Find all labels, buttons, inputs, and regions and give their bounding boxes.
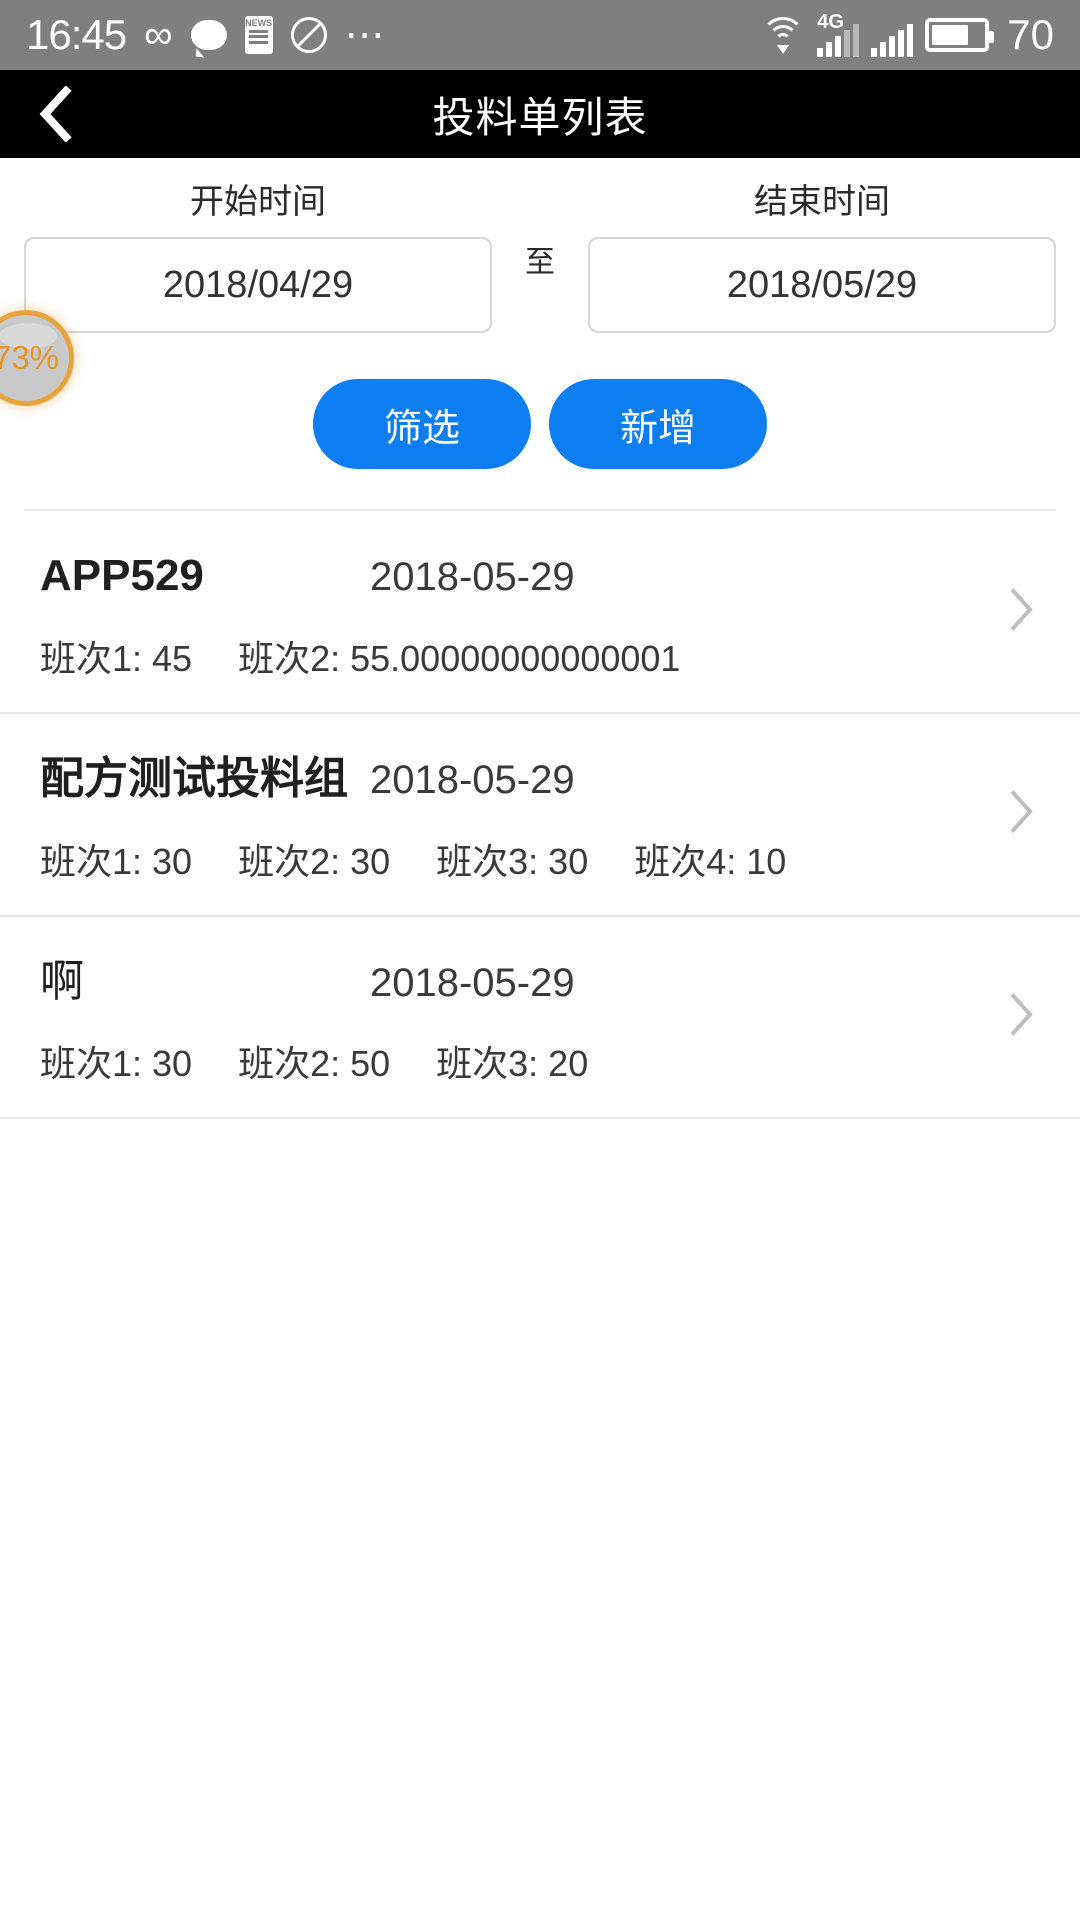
shift-value: 班次1: 30 — [40, 840, 193, 882]
shift-value: 班次1: 45 — [40, 637, 193, 679]
list-item-header: 配方测试投料组 2018-05-29 — [40, 754, 1056, 805]
end-date-input[interactable]: 2018/05/29 — [588, 237, 1056, 334]
shift-value: 班次2: 55.00000000000001 — [238, 637, 681, 679]
list-item-shifts: 班次1: 30 班次2: 50 班次3: 20 — [40, 1035, 1056, 1087]
shift-value: 班次2: 30 — [238, 840, 391, 882]
chevron-right-icon — [1008, 586, 1034, 637]
date-range-separator: 至 — [525, 246, 555, 280]
signal-icon: 4G — [817, 11, 860, 57]
list-item-title: APP529 — [40, 551, 204, 601]
date-range-row: 开始时间 2018/04/29 至 结束时间 2018/05/29 — [0, 183, 1080, 334]
shift-value: 班次1: 30 — [40, 1043, 193, 1085]
filter-button[interactable]: 筛选 — [313, 379, 531, 470]
list-item-date: 2018-05-29 — [370, 555, 575, 600]
infinity-icon: ∞ — [144, 13, 173, 57]
status-bar-clock: 16:45 — [26, 11, 127, 58]
network-type-label: 4G — [817, 11, 844, 33]
battery-percent-label: 70 — [1007, 11, 1054, 58]
status-bar-left: 16:45 ∞ NEWS ⋯ — [26, 14, 388, 56]
shift-value: 班次3: 30 — [436, 840, 589, 882]
list-item-header: APP529 2018-05-29 — [40, 551, 1056, 602]
list-item-title: 啊 — [40, 956, 84, 1006]
navigation-bar: 投料单列表 — [0, 70, 1080, 158]
status-bar-right: 4G 70 — [761, 11, 1054, 58]
news-icon: NEWS — [244, 16, 273, 54]
progress-bubble-label: 73% — [0, 339, 60, 376]
chevron-right-icon — [1008, 991, 1034, 1042]
filter-panel: 开始时间 2018/04/29 至 结束时间 2018/05/29 筛选 新增 … — [0, 158, 1080, 512]
do-not-disturb-icon — [290, 17, 327, 53]
list-item-title: 配方测试投料组 — [40, 753, 348, 803]
list-item-shifts: 班次1: 30 班次2: 30 班次3: 30 班次4: 10 — [40, 833, 1056, 885]
feeding-order-list: APP529 2018-05-29 班次1: 45 班次2: 55.000000… — [0, 511, 1080, 1120]
battery-icon — [925, 18, 995, 52]
list-item[interactable]: 啊 2018-05-29 班次1: 30 班次2: 50 班次3: 20 — [0, 917, 1080, 1120]
start-date-input[interactable]: 2018/04/29 — [24, 237, 492, 334]
list-item-shifts: 班次1: 45 班次2: 55.00000000000001 — [40, 630, 1056, 682]
chevron-left-icon — [38, 86, 72, 142]
list-item[interactable]: APP529 2018-05-29 班次1: 45 班次2: 55.000000… — [0, 511, 1080, 714]
more-dots-icon: ⋯ — [344, 13, 388, 57]
shift-value: 班次4: 10 — [634, 840, 787, 882]
chat-icon — [190, 20, 227, 50]
add-button[interactable]: 新增 — [549, 379, 767, 470]
wifi-icon — [761, 17, 806, 54]
shift-value: 班次2: 50 — [238, 1043, 391, 1085]
action-button-row: 筛选 新增 — [0, 379, 1080, 470]
end-date-group: 结束时间 2018/05/29 — [588, 183, 1056, 334]
start-date-group: 开始时间 2018/04/29 — [24, 183, 492, 334]
signal-icon-2 — [871, 13, 914, 57]
status-bar: 16:45 ∞ NEWS ⋯ 4G 70 — [0, 0, 1080, 70]
page-title: 投料单列表 — [432, 93, 648, 141]
chevron-right-icon — [1008, 789, 1034, 840]
back-button[interactable] — [0, 70, 110, 158]
list-item[interactable]: 配方测试投料组 2018-05-29 班次1: 30 班次2: 30 班次3: … — [0, 714, 1080, 917]
shift-value: 班次3: 20 — [436, 1043, 589, 1085]
end-date-label: 结束时间 — [754, 183, 890, 221]
list-item-date: 2018-05-29 — [370, 960, 575, 1005]
list-item-header: 啊 2018-05-29 — [40, 957, 1056, 1008]
news-icon-label: NEWS — [245, 18, 273, 28]
start-date-label: 开始时间 — [190, 183, 326, 221]
list-item-date: 2018-05-29 — [370, 757, 575, 802]
